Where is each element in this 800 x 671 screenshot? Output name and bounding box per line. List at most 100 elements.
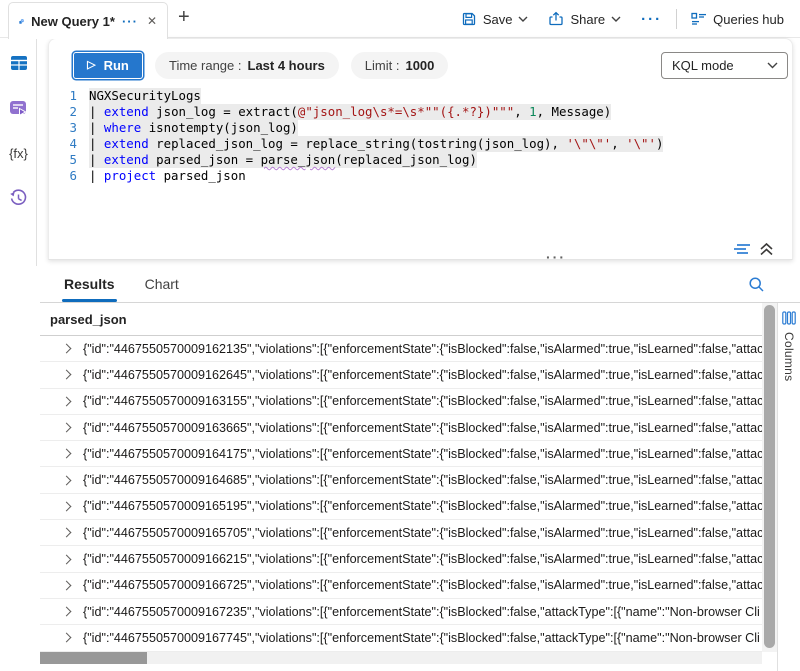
tab-chart[interactable]: Chart	[145, 266, 179, 302]
code-line: 6 | project parsed_json	[49, 168, 792, 184]
queries-hub-button[interactable]: Queries hub	[681, 0, 794, 38]
line-number: 3	[57, 120, 77, 136]
tab-close-icon[interactable]: ✕	[145, 13, 159, 29]
connections-table-button[interactable]	[0, 43, 37, 83]
expand-chevron-icon[interactable]	[62, 633, 72, 643]
column-header-label: parsed_json	[50, 312, 127, 327]
cell-parsed-json: {"id":"4467550570009167745","violations"…	[83, 631, 762, 645]
code-line: 4 | extend replaced_json_log = replace_s…	[49, 136, 792, 152]
results-panel: Results Chart parsed_json {"id":"4467550…	[40, 266, 800, 671]
expand-chevron-icon[interactable]	[62, 449, 72, 459]
cell-parsed-json: {"id":"4467550570009167235","violations"…	[83, 605, 762, 619]
line-number: 2	[57, 104, 77, 120]
kql-mode-value: KQL mode	[672, 58, 734, 73]
columns-panel-label: Columns	[782, 332, 796, 381]
table-row[interactable]: {"id":"4467550570009162645","violations"…	[40, 362, 762, 388]
query-toolbar: ▷ Run Time range : Last 4 hours Limit : …	[49, 39, 792, 79]
code-line: 1 NGXSecurityLogs	[49, 88, 792, 104]
saved-queries-button[interactable]	[0, 88, 37, 128]
line-number: 4	[57, 136, 77, 152]
cell-parsed-json: {"id":"4467550570009164685","violations"…	[83, 473, 762, 487]
table-row[interactable]: {"id":"4467550570009166215","violations"…	[40, 546, 762, 572]
code-editor[interactable]: 1 NGXSecurityLogs 2 | extend json_log = …	[49, 88, 792, 184]
expand-chevron-icon[interactable]	[62, 528, 72, 538]
cell-parsed-json: {"id":"4467550570009162645","violations"…	[83, 368, 762, 382]
save-label: Save	[483, 12, 513, 27]
queries-hub-label: Queries hub	[713, 12, 784, 27]
expand-chevron-icon[interactable]	[62, 344, 72, 354]
expand-chevron-icon[interactable]	[62, 475, 72, 485]
cell-parsed-json: {"id":"4467550570009166215","violations"…	[83, 552, 762, 566]
function-icon: {fx}	[9, 146, 28, 161]
table-row[interactable]: {"id":"4467550570009163155","violations"…	[40, 389, 762, 415]
history-button[interactable]	[0, 178, 37, 218]
table-row[interactable]: {"id":"4467550570009167235","violations"…	[40, 599, 762, 625]
table-row[interactable]: {"id":"4467550570009163665","violations"…	[40, 415, 762, 441]
query-pane-icon	[9, 99, 28, 117]
tab-bar: New Query 1* ··· ✕ + Save	[0, 0, 800, 38]
search-icon[interactable]	[748, 276, 765, 293]
cell-parsed-json: {"id":"4467550570009164175","violations"…	[83, 447, 762, 461]
expand-chevron-icon[interactable]	[62, 554, 72, 564]
query-stats-icon[interactable]	[733, 242, 751, 256]
table-row[interactable]: {"id":"4467550570009164175","violations"…	[40, 441, 762, 467]
tab-more-icon[interactable]: ···	[122, 15, 138, 28]
query-tab[interactable]: New Query 1* ··· ✕	[8, 2, 168, 39]
functions-button[interactable]: {fx}	[0, 133, 37, 173]
tab-results[interactable]: Results	[64, 266, 115, 302]
chevron-down-icon	[518, 16, 528, 22]
column-header-parsed-json[interactable]: parsed_json	[40, 303, 762, 336]
expand-chevron-icon[interactable]	[62, 423, 72, 433]
table-row[interactable]: {"id":"4467550570009165705","violations"…	[40, 520, 762, 546]
horizontal-scrollbar-thumb[interactable]	[40, 652, 147, 664]
run-label: Run	[104, 58, 129, 73]
panel-resize-handle[interactable]: ···	[546, 250, 566, 264]
new-tab-button[interactable]: +	[178, 7, 190, 27]
table-row[interactable]: {"id":"4467550570009167745","violations"…	[40, 625, 762, 651]
limit-label: Limit :	[365, 58, 400, 73]
vertical-scrollbar[interactable]	[762, 303, 777, 652]
expand-chevron-icon[interactable]	[62, 501, 72, 511]
share-icon	[548, 11, 564, 27]
columns-icon	[782, 311, 796, 325]
time-range-label: Time range :	[169, 58, 242, 73]
limit-picker[interactable]: Limit : 1000	[351, 52, 449, 79]
table-row[interactable]: {"id":"4467550570009166725","violations"…	[40, 573, 762, 599]
share-label: Share	[570, 12, 605, 27]
cell-parsed-json: {"id":"4467550570009165195","violations"…	[83, 499, 762, 513]
share-button[interactable]: Share	[538, 0, 631, 38]
expand-chevron-icon[interactable]	[62, 370, 72, 380]
left-rail: {fx}	[0, 38, 37, 266]
table-row[interactable]: {"id":"4467550570009165195","violations"…	[40, 494, 762, 520]
history-clock-icon	[9, 189, 28, 208]
code-line: 3 | where isnotempty(json_log)	[49, 120, 792, 136]
app-icon	[19, 13, 24, 30]
table-row[interactable]: {"id":"4467550570009162135","violations"…	[40, 336, 762, 362]
code-line: 2 | extend json_log = extract(@"json_log…	[49, 104, 792, 120]
expand-chevron-icon[interactable]	[62, 396, 72, 406]
columns-panel-toggle[interactable]: Columns	[777, 303, 800, 671]
more-actions-icon[interactable]: ···	[631, 11, 672, 28]
code-line: 5 | extend parsed_json = parse_json(repl…	[49, 152, 792, 168]
kusto-web-explorer: New Query 1* ··· ✕ + Save	[0, 0, 800, 671]
queries-hub-icon	[691, 12, 707, 26]
expand-chevron-icon[interactable]	[62, 580, 72, 590]
cell-parsed-json: {"id":"4467550570009163665","violations"…	[83, 421, 762, 435]
run-button[interactable]: ▷ Run	[73, 52, 143, 79]
table-icon	[10, 55, 28, 71]
kql-mode-select[interactable]: KQL mode	[661, 52, 788, 79]
horizontal-scrollbar[interactable]	[40, 652, 762, 664]
cell-parsed-json: {"id":"4467550570009163155","violations"…	[83, 394, 762, 408]
play-icon: ▷	[87, 60, 95, 71]
time-range-picker[interactable]: Time range : Last 4 hours	[155, 52, 339, 79]
toolbar-divider	[676, 9, 677, 29]
save-button[interactable]: Save	[451, 0, 539, 38]
table-row[interactable]: {"id":"4467550570009164685","violations"…	[40, 467, 762, 493]
cell-parsed-json: {"id":"4467550570009165705","violations"…	[83, 526, 762, 540]
expand-chevron-icon[interactable]	[62, 607, 72, 617]
results-grid: {"id":"4467550570009162135","violations"…	[40, 336, 762, 652]
vertical-scrollbar-thumb[interactable]	[764, 305, 775, 648]
results-tab-bar: Results Chart	[40, 266, 800, 303]
collapse-editor-icon[interactable]	[759, 242, 774, 256]
save-icon	[461, 11, 477, 27]
